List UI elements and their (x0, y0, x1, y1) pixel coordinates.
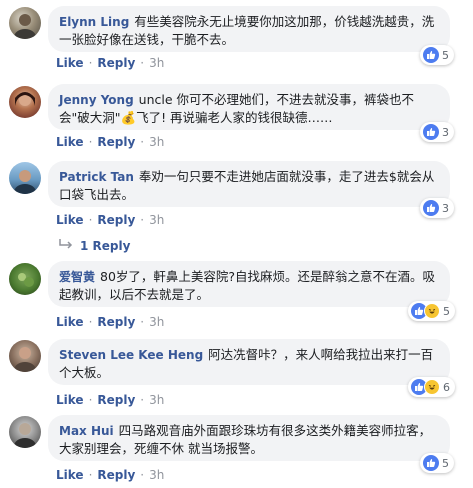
avatar[interactable] (9, 7, 41, 39)
timestamp[interactable]: 3h (149, 393, 164, 407)
reaction-summary[interactable]: 6 (408, 377, 455, 397)
like-button[interactable]: Like (56, 135, 84, 149)
reaction-summary[interactable]: 5 (420, 453, 454, 473)
reaction-summary[interactable]: 5 (420, 45, 454, 65)
reaction-count: 3 (442, 125, 449, 139)
reply-button[interactable]: Reply (97, 393, 135, 407)
comment-actions: Like · Reply · 3h (56, 315, 164, 329)
timestamp[interactable]: 3h (149, 135, 164, 149)
comment-actions: Like · Reply · 3h (56, 135, 164, 149)
comment-actions: Like · Reply · 3h (56, 213, 164, 227)
separator: · (140, 315, 145, 329)
reply-button[interactable]: Reply (97, 56, 135, 70)
timestamp[interactable]: 3h (149, 315, 164, 329)
reply-button[interactable]: Reply (97, 315, 135, 329)
separator: · (88, 315, 93, 329)
thumbs-up-icon (423, 200, 439, 216)
separator: · (140, 213, 145, 227)
commenter-name[interactable]: Elynn Ling (59, 15, 129, 29)
reply-button[interactable]: Reply (97, 135, 135, 149)
separator: · (140, 56, 145, 70)
like-button[interactable]: Like (56, 468, 84, 482)
comment-actions: Like · Reply · 3h (56, 393, 164, 407)
avatar[interactable] (9, 263, 41, 295)
reaction-count: 5 (442, 456, 449, 470)
separator: · (140, 393, 145, 407)
reaction-summary[interactable]: 5 (408, 301, 455, 321)
separator: · (88, 135, 93, 149)
comment-bubble: Max Hui 四马路观音庙外面跟珍珠坊有很多这类外籍美容师拉客，大家别理会，死缠… (48, 415, 450, 461)
commenter-name[interactable]: Patrick Tan (59, 170, 134, 184)
reaction-summary[interactable]: 3 (420, 122, 454, 142)
comment-bubble: 爱智黄 80岁了，軒鼻上美容院?自找麻烦。还是醉翁之意不在酒。吸起教训，以后不去就… (48, 261, 450, 307)
avatar[interactable] (9, 340, 41, 372)
reaction-count: 3 (442, 201, 449, 215)
laughing-face-icon (424, 303, 440, 319)
commenter-name[interactable]: Max Hui (59, 424, 114, 438)
avatar[interactable] (9, 416, 41, 448)
like-button[interactable]: Like (56, 315, 84, 329)
laughing-face-icon (424, 379, 440, 395)
like-button[interactable]: Like (56, 56, 84, 70)
comment-actions: Like · Reply · 3h (56, 468, 164, 482)
reaction-count: 5 (442, 48, 449, 62)
commenter-name[interactable]: Steven Lee Kee Heng (59, 348, 203, 362)
timestamp[interactable]: 3h (149, 468, 164, 482)
comment-bubble: Steven Lee Kee Heng 阿达冼督咔？，来人啊给我拉出来打一百个大板… (48, 339, 450, 385)
avatar[interactable] (9, 86, 41, 118)
thumbs-up-icon (423, 124, 439, 140)
comment-bubble: Elynn Ling 有些美容院永无止境要你加这加那，价钱越洗越贵，洗一张脸好像在… (48, 6, 450, 52)
reaction-count: 6 (443, 380, 450, 394)
reply-arrow-icon (58, 238, 74, 253)
separator: · (88, 468, 93, 482)
thumbs-up-icon (423, 455, 439, 471)
view-replies-link[interactable]: 1 Reply (58, 238, 130, 253)
separator: · (88, 56, 93, 70)
like-button[interactable]: Like (56, 213, 84, 227)
separator: · (140, 468, 145, 482)
like-button[interactable]: Like (56, 393, 84, 407)
timestamp[interactable]: 3h (149, 213, 164, 227)
timestamp[interactable]: 3h (149, 56, 164, 70)
comment-text: 80岁了，軒鼻上美容院?自找麻烦。还是醉翁之意不在酒。吸起教训，以后不去就是了。 (59, 269, 436, 302)
reply-count-label[interactable]: 1 Reply (80, 239, 130, 253)
avatar[interactable] (9, 162, 41, 194)
comment-text: 四马路观音庙外面跟珍珠坊有很多这类外籍美容师拉客，大家别理会，死缠不休 就当场报… (59, 423, 432, 456)
thumbs-up-icon (423, 47, 439, 63)
separator: · (140, 135, 145, 149)
commenter-name[interactable]: Jenny Yong (59, 93, 134, 107)
reaction-summary[interactable]: 3 (420, 198, 454, 218)
reply-button[interactable]: Reply (97, 213, 135, 227)
comment-actions: Like · Reply · 3h (56, 56, 164, 70)
comment-bubble: Jenny Yong uncle 你可不必理她们，不进去就没事，裤袋也不会"破大洞… (48, 84, 450, 130)
separator: · (88, 393, 93, 407)
comment-bubble: Patrick Tan 奉劝一句只要不走进她店面就没事，走了进去$就会从口袋飞出去… (48, 161, 450, 207)
reply-button[interactable]: Reply (97, 468, 135, 482)
separator: · (88, 213, 93, 227)
commenter-name[interactable]: 爱智黄 (59, 270, 95, 284)
reaction-count: 5 (443, 304, 450, 318)
